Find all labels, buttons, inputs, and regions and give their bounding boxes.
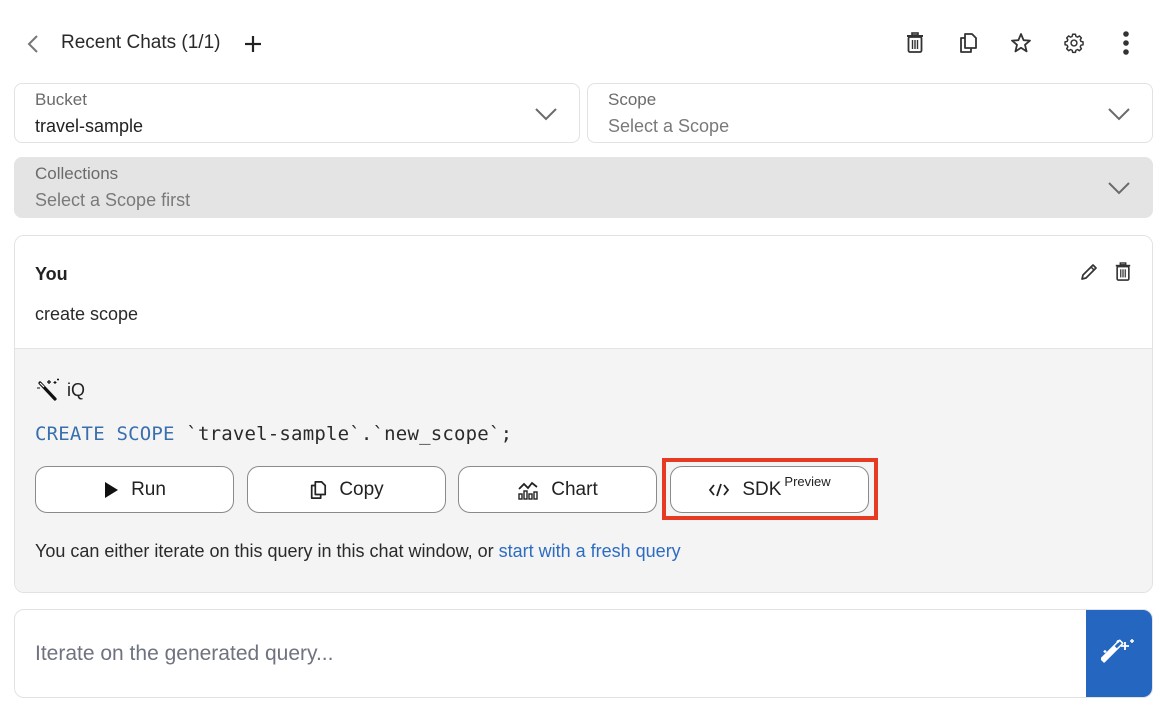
query-input-container [14, 609, 1153, 698]
toolbar [0, 28, 1160, 58]
bucket-value: travel-sample [35, 116, 144, 136]
iterate-query-input[interactable] [15, 610, 1087, 697]
trash-icon [1115, 262, 1131, 281]
magic-wand-icon [1101, 638, 1134, 663]
edit-message-button[interactable] [1077, 260, 1101, 284]
chat-card: You create scope iQ CREATE SCOPE `travel… [14, 235, 1153, 593]
copy-icon [960, 33, 977, 53]
scope-select[interactable]: Scope Select a Scope [587, 83, 1153, 143]
delete-chat-button[interactable] [900, 28, 930, 58]
fresh-query-link[interactable]: start with a fresh query [499, 541, 681, 561]
collections-select[interactable]: Collections Select a Scope first [14, 157, 1153, 218]
generated-query: CREATE SCOPE `travel-sample`.`new_scope`… [35, 423, 512, 445]
pencil-icon [1081, 264, 1097, 280]
assistant-name: iQ [67, 379, 85, 400]
bucket-select[interactable]: Bucket travel-sample [14, 83, 580, 143]
scope-placeholder: Select a Scope [608, 116, 730, 136]
header: Recent Chats (1/1) [0, 0, 1160, 84]
gear-icon [1064, 33, 1084, 54]
hint-text: You can either iterate on this query in … [35, 541, 681, 562]
user-name: You [35, 264, 68, 284]
assistant-response: iQ CREATE SCOPE `travel-sample`.`new_sco… [15, 349, 1152, 592]
settings-button[interactable] [1059, 28, 1089, 58]
chevron-down-icon [1106, 104, 1132, 124]
preview-badge: Preview [784, 473, 831, 489]
generate-button[interactable] [1086, 610, 1152, 697]
copy-query-button[interactable]: Copy [247, 466, 446, 513]
user-message: You create scope [15, 236, 1152, 349]
trash-icon [907, 32, 923, 53]
play-icon [105, 481, 119, 498]
copy-chat-button[interactable] [953, 28, 983, 58]
sdk-button[interactable]: SDK Preview [670, 466, 869, 513]
assistant-header: iQ [35, 377, 85, 403]
delete-message-button[interactable] [1111, 260, 1135, 284]
favorite-button[interactable] [1006, 28, 1036, 58]
hint-message: You can either iterate on this query in … [35, 541, 499, 561]
chart-button[interactable]: Chart [458, 466, 657, 513]
copy-icon [311, 480, 327, 499]
run-button[interactable]: Run [35, 466, 234, 513]
more-vertical-icon [1123, 31, 1129, 55]
query-keyword: CREATE SCOPE [35, 423, 175, 445]
run-label: Run [131, 478, 166, 500]
query-target: `travel-sample`.`new_scope`; [174, 423, 513, 445]
chevron-down-icon [533, 104, 559, 124]
scope-label: Scope [608, 90, 657, 109]
user-message-text: create scope [35, 304, 139, 324]
bucket-label: Bucket [35, 90, 87, 109]
star-icon [1011, 33, 1031, 53]
more-options-button[interactable] [1111, 28, 1141, 58]
magic-wand-icon [37, 378, 59, 401]
collections-label: Collections [35, 164, 119, 183]
code-icon [709, 483, 730, 496]
sdk-label: SDK [742, 478, 782, 500]
chevron-down-icon [1106, 178, 1132, 198]
copy-label: Copy [339, 478, 384, 500]
collections-placeholder: Select a Scope first [35, 190, 191, 210]
chart-icon [518, 481, 538, 500]
chart-label: Chart [551, 478, 598, 500]
